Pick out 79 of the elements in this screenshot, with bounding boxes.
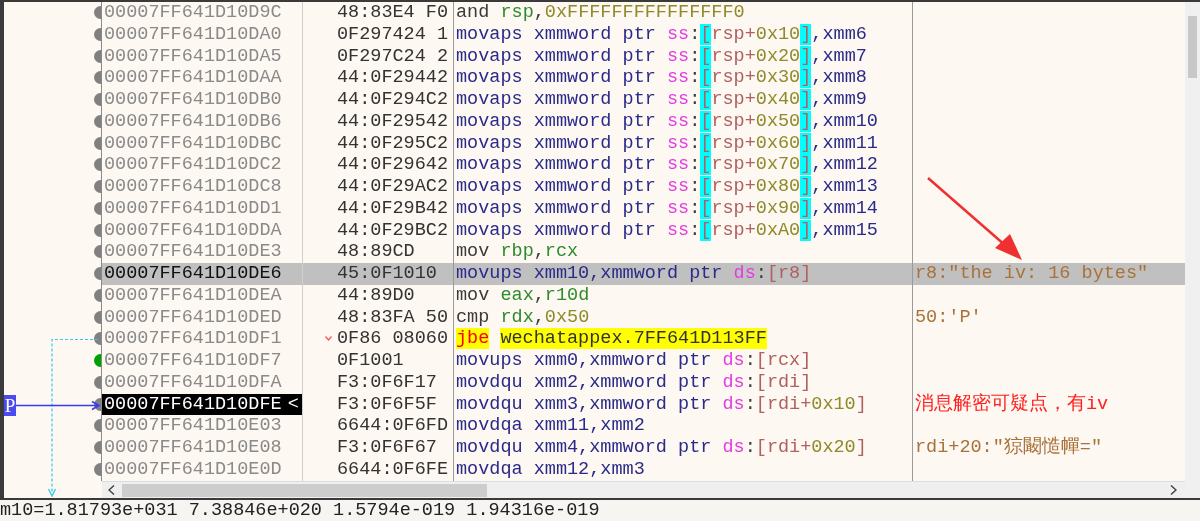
- instruction-pointer-label: P: [4, 395, 16, 416]
- bytes-text: 44:0F29542: [337, 110, 449, 133]
- instruction-text: mov rbp,rcx: [456, 241, 579, 263]
- address-text: 00007FF641D10D9C: [104, 2, 282, 24]
- scrollbar-thumb[interactable]: [1188, 16, 1197, 78]
- horizontal-scrollbar[interactable]: [102, 481, 1185, 498]
- comment-text: rdi+20:"猄闞慥幝=": [915, 437, 1103, 458]
- instruction-text: movaps xmmword ptr ss:[rsp+0x10],xmm6: [456, 23, 867, 45]
- pointer-marker: <: [287, 393, 299, 416]
- instruction-text: movaps xmmword ptr ss:[rsp+0x30],xmm8: [456, 67, 867, 89]
- comment-text: 50:'P': [915, 306, 982, 328]
- scrollbar-thumb[interactable]: [122, 484, 487, 497]
- bytes-text: 6644:0F6FE: [337, 458, 449, 481]
- instruction-text: movups xmm0,xmmword ptr ds:[rcx]: [456, 350, 812, 371]
- address-text: 00007FF641D10DFA: [104, 371, 282, 394]
- address-text: 00007FF641D10DC8: [104, 176, 282, 198]
- address-text: 00007FF641D10DE6: [104, 263, 282, 285]
- instruction-text: movaps xmmword ptr ss:[rsp+0x60],xmm11: [456, 132, 878, 154]
- instruction-text: jbe wechatappex.7FF641D113FF: [456, 328, 767, 350]
- address-text: 00007FF641D10DDA: [104, 219, 282, 242]
- bytes-text: 48:83FA 50: [337, 306, 449, 329]
- bytes-text: 0F86 08060: [337, 328, 449, 350]
- bytes-text: 44:0F29642: [337, 154, 449, 176]
- address-text: 00007FF641D10E0D: [104, 458, 282, 481]
- instruction-text: movaps xmmword ptr ss:[rsp+0x20],xmm7: [456, 45, 867, 67]
- instruction-text: movdqa xmm11,xmm2: [456, 415, 645, 437]
- instruction-text: movdqu xmm4,xmmword ptr ds:[rdi+0x20]: [456, 437, 867, 458]
- instruction-text: movaps xmmword ptr ss:[rsp+0xA0],xmm15: [456, 219, 878, 241]
- bytes-text: 44:0F294C2: [337, 89, 449, 111]
- address-text: 00007FF641D10DA5: [104, 45, 282, 68]
- bytes-text: 48:89CD: [337, 241, 415, 263]
- comment-text: r8:"the iv: 16 bytes": [915, 263, 1149, 284]
- instruction-text: movaps xmmword ptr ss:[rsp+0x80],xmm13: [456, 176, 878, 197]
- comment-text: 消息解密可疑点，有iv: [915, 393, 1109, 415]
- scroll-right-icon[interactable]: [1170, 485, 1177, 495]
- bytes-text: 44:0F29B42: [337, 197, 449, 220]
- bytes-text: F3:0F6F5F: [337, 393, 437, 416]
- instruction-text: movdqu xmm2,xmmword ptr ds:[rdi]: [456, 371, 812, 393]
- bytes-text: 44:0F29442: [337, 67, 449, 89]
- scroll-left-icon[interactable]: [108, 485, 115, 495]
- address-text: 00007FF641D10DB0: [104, 89, 282, 111]
- address-text: 00007FF641D10DED: [104, 306, 282, 329]
- status-text: m10=1.81793e+031 7.38846e+020 1.5794e-019 1.94316e-019: [0, 500, 600, 521]
- address-text: 00007FF641D10E03: [104, 415, 282, 437]
- address-text: 00007FF641D10DF7: [104, 350, 282, 372]
- bytes-text: 0F1001: [337, 350, 404, 372]
- bytes-text: 48:83E4 F0: [337, 2, 449, 24]
- address-text: 00007FF641D10DBC: [104, 132, 282, 155]
- instruction-text: movups xmm10,xmmword ptr ds:[r8]: [456, 263, 812, 284]
- bytes-text: 0F297C24 2: [337, 45, 449, 68]
- bytes-text: 44:0F29AC2: [337, 176, 449, 198]
- address-text: 00007FF641D10DF1: [104, 328, 282, 350]
- instruction-text: and rsp,0xFFFFFFFFFFFFFFF0: [456, 2, 745, 23]
- address-text: 00007FF641D10DAA: [104, 67, 282, 89]
- address-text: 00007FF641D10E08: [104, 437, 282, 459]
- instruction-text: mov eax,r10d: [456, 284, 590, 306]
- bytes-text: F3:0F6F67: [337, 437, 437, 459]
- address-text: 00007FF641D10DEA: [104, 284, 282, 307]
- address-text: 00007FF641D10DC2: [104, 154, 282, 176]
- instruction-text: movaps xmmword ptr ss:[rsp+0x50],xmm10: [456, 110, 878, 132]
- bytes-text: 44:0F295C2: [337, 132, 449, 155]
- address-text: 00007FF641D10DE3: [104, 241, 282, 263]
- address-text: 00007FF641D10DA0: [104, 23, 282, 46]
- address-text: 00007FF641D10DFE: [104, 393, 282, 416]
- vertical-scrollbar[interactable]: [1185, 2, 1200, 498]
- bytes-text: 6644:0F6FD: [337, 415, 449, 437]
- address-text: 00007FF641D10DD1: [104, 197, 282, 220]
- instruction-text: movaps xmmword ptr ss:[rsp+0x70],xmm12: [456, 154, 878, 176]
- instruction-text: movdqa xmm12,xmm3: [456, 458, 645, 480]
- bytes-text: 0F297424 1: [337, 23, 449, 46]
- instruction-text: movaps xmmword ptr ss:[rsp+0x40],xmm9: [456, 89, 867, 110]
- bytes-text: 44:89D0: [337, 284, 415, 307]
- bytes-text: F3:0F6F17: [337, 371, 437, 394]
- instruction-text: movdqu xmm3,xmmword ptr ds:[rdi+0x10]: [456, 393, 867, 415]
- instruction-text: cmp rdx,0x50: [456, 306, 590, 328]
- bytes-text: 44:0F29BC2: [337, 219, 449, 242]
- address-text: 00007FF641D10DB6: [104, 110, 282, 133]
- instruction-text: movaps xmmword ptr ss:[rsp+0x90],xmm14: [456, 197, 878, 219]
- bytes-text: 45:0F1010: [337, 263, 437, 285]
